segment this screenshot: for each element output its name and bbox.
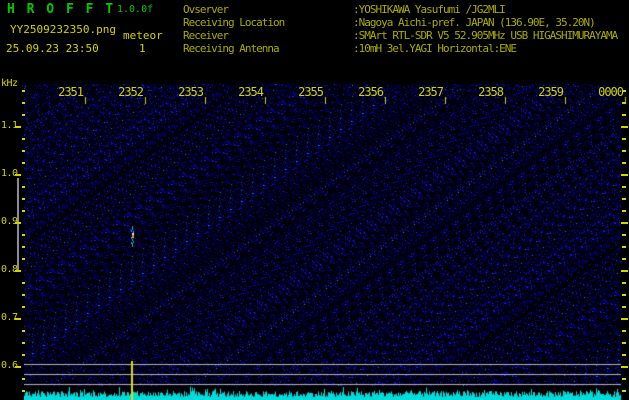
time-axis-label: 2354 [238,85,264,99]
time-axis-label: 2357 [418,85,444,99]
time-axis-label: 2359 [538,85,564,99]
info-value: :Nagoya Aichi-pref. JAPAN (136.90E, 35.2… [353,16,596,29]
freq-major-tick-right [621,318,628,320]
freq-major-tick [15,270,21,272]
freq-minor-tick [22,102,25,104]
freq-minor-tick [22,210,25,212]
freq-minor-tick [22,246,25,248]
freq-minor-tick [22,198,25,200]
time-axis-label: 2353 [178,85,204,99]
freq-major-tick-right [621,174,628,176]
freq-major-tick-right [621,222,628,224]
spectrogram-canvas [24,84,629,400]
info-value: :YOSHIKAWA Yasufumi /JG2MLI [353,3,506,16]
time-axis-label: 2355 [298,85,324,99]
info-label: Receiving Antenna [183,42,280,55]
time-axis-label: 2351 [58,85,84,99]
freq-minor-tick [22,162,25,164]
freq-minor-tick [22,114,25,116]
freq-minor-tick-right [622,162,626,164]
mode-label: meteor [123,29,163,42]
freq-minor-tick [22,378,25,380]
info-row-observer: Ovserver :YOSHIKAWA Yasufumi /JG2MLI [183,3,617,16]
freq-minor-tick [22,390,25,392]
freq-minor-tick-right [622,342,626,344]
freq-minor-tick-right [622,246,626,248]
freq-major-tick [15,318,21,320]
freq-minor-tick [22,282,25,284]
station-info-block: Ovserver :YOSHIKAWA Yasufumi /JG2MLI Rece… [183,3,618,55]
freq-major-tick [15,366,21,368]
freq-minor-tick [22,342,25,344]
freq-major-tick-right [621,366,628,368]
echo-count: 1 [139,42,146,55]
app-version: 1.0.0f [117,4,154,15]
freq-minor-tick-right [622,282,626,284]
freq-major-tick-right [621,270,628,272]
freq-minor-tick [22,330,25,332]
freq-minor-tick [22,150,25,152]
timestamp: 25.09.23 23:50 [6,42,99,55]
info-label: Ovserver [183,3,229,16]
info-row-location: Receiving Location :Nagoya Aichi-pref. JA… [183,16,617,29]
freq-major-tick [15,174,21,176]
freq-minor-tick-right [622,138,626,140]
freq-major-tick [15,222,21,224]
freq-minor-tick-right [622,234,626,236]
freq-minor-tick [22,306,25,308]
hrofft-window: H R O F F T 1.0.0f YY2509232350.png mete… [0,0,629,400]
time-axis-label: 2352 [118,85,144,99]
freq-minor-tick-right [622,390,626,392]
freq-minor-tick-right [622,354,626,356]
freq-minor-tick-right [622,114,626,116]
info-label: Receiver [183,29,229,42]
freq-minor-tick [22,294,25,296]
time-axis-label: 2358 [478,85,504,99]
freq-axis-unit: kHz [1,78,18,89]
app-title: H R O F F T [7,2,116,17]
freq-minor-tick-right [622,150,626,152]
info-row-receiver: Receiver :SMArt RTL-SDR V5 52.905MHz USB … [183,29,618,42]
freq-minor-tick [22,90,25,92]
freq-minor-tick [22,234,25,236]
info-row-antenna: Receiving Antenna :10mH 3el.YAGI Horizont… [183,42,617,55]
freq-minor-tick [22,354,25,356]
freq-minor-tick-right [622,306,626,308]
info-value: :SMArt RTL-SDR V5 52.905MHz USB HIGASHIM… [353,29,618,42]
freq-minor-tick-right [622,258,626,260]
freq-minor-tick-right [622,102,626,104]
freq-major-tick-right [621,126,628,128]
info-label: Receiving Location [183,16,285,29]
output-filename: YY2509232350.png [10,23,116,36]
freq-minor-tick-right [622,210,626,212]
freq-major-tick [15,126,21,128]
freq-minor-tick-right [622,294,626,296]
time-axis-label: 0000 [598,85,624,99]
freq-minor-tick-right [622,186,626,188]
time-axis-label: 2356 [358,85,384,99]
freq-minor-tick-right [622,330,626,332]
freq-minor-tick [22,186,25,188]
freq-minor-tick [22,138,25,140]
freq-minor-tick [22,258,25,260]
freq-minor-tick-right [622,90,626,92]
info-value: :10mH 3el.YAGI Horizontal:ENE [353,42,517,55]
freq-minor-tick-right [622,378,626,380]
freq-minor-tick-right [622,198,626,200]
